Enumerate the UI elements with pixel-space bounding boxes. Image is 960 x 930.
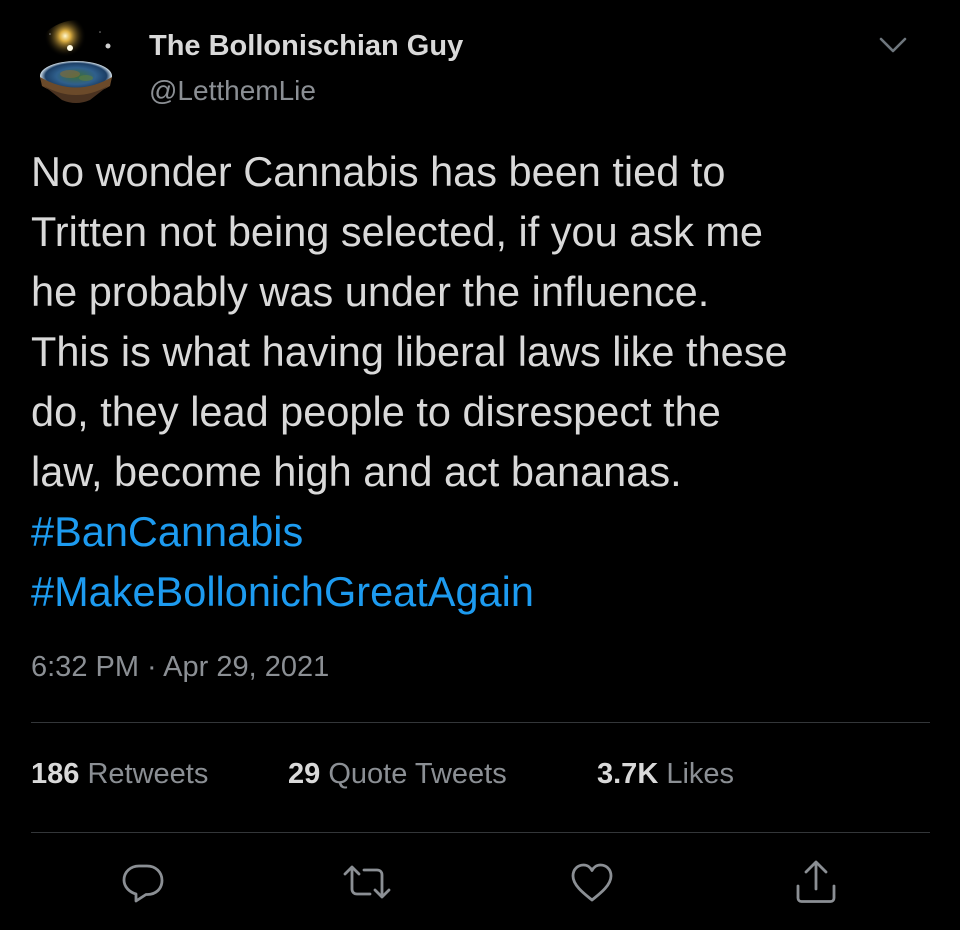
reply-button[interactable] — [117, 856, 169, 908]
tweet-text-line: No wonder Cannabis has been tied to — [31, 148, 726, 195]
tweet-text: No wonder Cannabis has been tied to Trit… — [31, 142, 931, 622]
likes-label: Likes — [666, 758, 735, 790]
quote-tweets-stat[interactable]: 29 Quote Tweets — [288, 758, 507, 791]
divider — [31, 832, 930, 833]
tweet-text-line: law, become high and act bananas. — [31, 448, 682, 495]
avatar[interactable] — [30, 20, 126, 116]
tweet-text-line: Tritten not being selected, if you ask m… — [31, 208, 764, 255]
share-button[interactable] — [790, 856, 842, 908]
retweet-button[interactable] — [341, 856, 393, 908]
reply-icon — [122, 864, 164, 903]
author-handle[interactable]: @LetthemLie — [149, 75, 316, 107]
quote-tweets-label: Quote Tweets — [328, 758, 507, 790]
retweets-stat[interactable]: 186 Retweets — [31, 758, 208, 791]
heart-icon — [571, 863, 613, 902]
likes-count: 3.7K — [597, 758, 659, 790]
divider — [31, 722, 930, 723]
hashtag-link-makebollonichgreatagain[interactable]: #MakeBollonichGreatAgain — [31, 562, 931, 622]
like-button[interactable] — [566, 856, 618, 908]
chevron-down-icon[interactable] — [876, 30, 910, 60]
retweets-count: 186 — [31, 758, 80, 790]
retweet-icon — [343, 865, 391, 899]
tweet-card: The Bollonischian Guy @LetthemLie No won… — [0, 0, 960, 930]
likes-stat[interactable]: 3.7K Likes — [597, 758, 734, 791]
tweet-text-line: This is what having liberal laws like th… — [31, 328, 788, 375]
tweet-text-line: he probably was under the influence. — [31, 268, 710, 315]
retweets-label: Retweets — [87, 758, 209, 790]
share-icon — [796, 860, 836, 903]
tweet-timestamp[interactable]: 6:32 PM · Apr 29, 2021 — [31, 651, 329, 684]
quote-tweets-count: 29 — [288, 758, 321, 790]
hashtag-link-bancannabis[interactable]: #BanCannabis — [31, 502, 931, 562]
tweet-text-line: do, they lead people to disrespect the — [31, 388, 721, 435]
author-display-name[interactable]: The Bollonischian Guy — [149, 30, 463, 63]
flat-earth-avatar-image — [30, 20, 126, 116]
